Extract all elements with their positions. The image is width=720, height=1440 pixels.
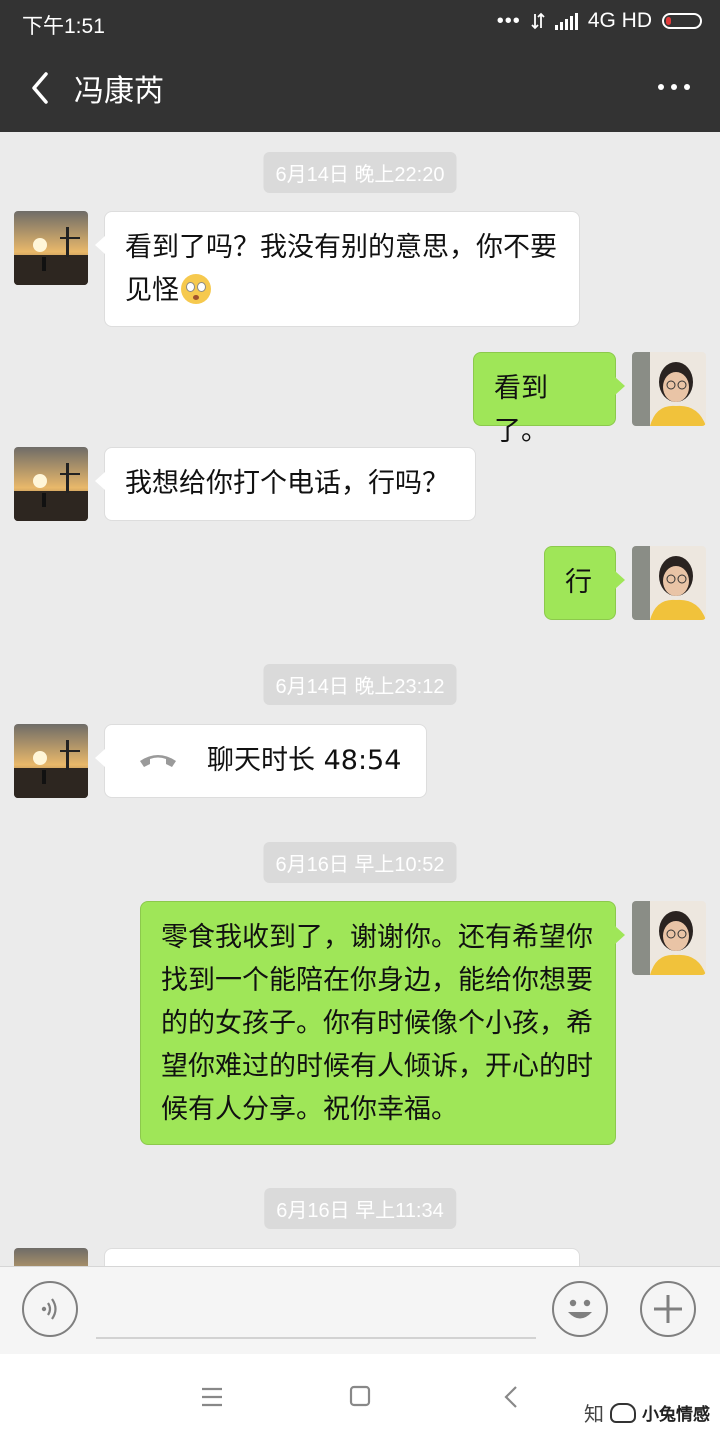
timestamp: 6月16日 早上11:34 [264, 1188, 456, 1229]
message-bubble-outgoing[interactable]: 看到了。 [473, 352, 625, 447]
my-avatar[interactable] [632, 352, 706, 426]
message-bubble-outgoing[interactable]: 零食我收到了，谢谢你。还有希望你找到一个能陪在你身边，能给你想要的的女孩子。你有… [140, 901, 625, 1145]
watermark-zhi: 知 [584, 1402, 604, 1426]
input-bar [0, 1266, 720, 1355]
message-bubble-incoming[interactable]: 看到了吗？我没有别的意思，你不要见怪 [95, 211, 580, 327]
message-input[interactable] [96, 1337, 536, 1339]
status-bar: 下午1:51 ••• 4G HD [0, 0, 720, 44]
flushed-emoji-icon [181, 274, 211, 304]
dots-icon: ••• [496, 9, 521, 32]
message-text: 零食我收到了，谢谢你。还有希望你找到一个能陪在你身边，能给你想要的的女孩子。你有… [161, 922, 593, 1125]
contact-avatar[interactable] [14, 724, 88, 798]
chat-area[interactable]: 6月14日 晚上22:20 看到了吗？我没有别的意思，你不要见怪 看到了。 我想… [0, 132, 720, 1266]
status-icons: ••• 4G HD [497, 9, 702, 33]
home-icon[interactable] [348, 1384, 372, 1408]
status-time: 下午1:51 [22, 15, 105, 38]
my-avatar[interactable] [632, 546, 706, 620]
menu-icon[interactable] [200, 1386, 224, 1408]
data-transfer-icon [531, 12, 545, 30]
timestamp: 6月14日 晚上22:20 [263, 152, 457, 193]
battery-icon [662, 13, 702, 29]
system-nav-bar: 知 小兔情感 [0, 1354, 720, 1440]
signal-icon [554, 12, 578, 30]
watermark-brand: 小兔情感 [642, 1405, 710, 1425]
back-icon[interactable] [24, 68, 64, 108]
plus-button[interactable] [640, 1281, 696, 1337]
my-avatar[interactable] [632, 901, 706, 975]
more-icon[interactable] [658, 84, 690, 90]
watermark: 知 小兔情感 [584, 1398, 710, 1427]
contact-avatar[interactable] [14, 447, 88, 521]
contact-avatar[interactable] [14, 211, 88, 285]
nav-back-icon[interactable] [500, 1384, 524, 1410]
contact-avatar[interactable] [14, 1248, 88, 1266]
call-record-bubble[interactable]: 聊天时长 48:54 [95, 724, 427, 798]
timestamp: 6月16日 早上10:52 [263, 842, 457, 883]
message-text: 我想给你打个电话，行吗？ [125, 468, 449, 499]
message-bubble-incoming[interactable] [104, 1248, 580, 1266]
message-text: 看到了。 [494, 373, 548, 447]
voice-button[interactable] [22, 1281, 78, 1337]
timestamp: 6月14日 晚上23:12 [263, 664, 457, 705]
call-duration: 聊天时长 48:54 [207, 745, 402, 776]
message-bubble-outgoing[interactable]: 行 [544, 546, 625, 620]
voice-icon [41, 1298, 57, 1320]
phone-icon [140, 755, 176, 767]
emoji-icon [568, 1299, 592, 1319]
rabbit-logo-icon [610, 1402, 636, 1423]
message-text: 行 [565, 567, 592, 598]
emoji-button[interactable] [552, 1281, 608, 1337]
chat-header: 冯康芮 [0, 44, 720, 132]
contact-name: 冯康芮 [74, 74, 164, 109]
message-bubble-incoming[interactable]: 我想给你打个电话，行吗？ [95, 447, 476, 521]
network-label: 4G HD [587, 9, 652, 32]
plus-icon [654, 1295, 682, 1323]
